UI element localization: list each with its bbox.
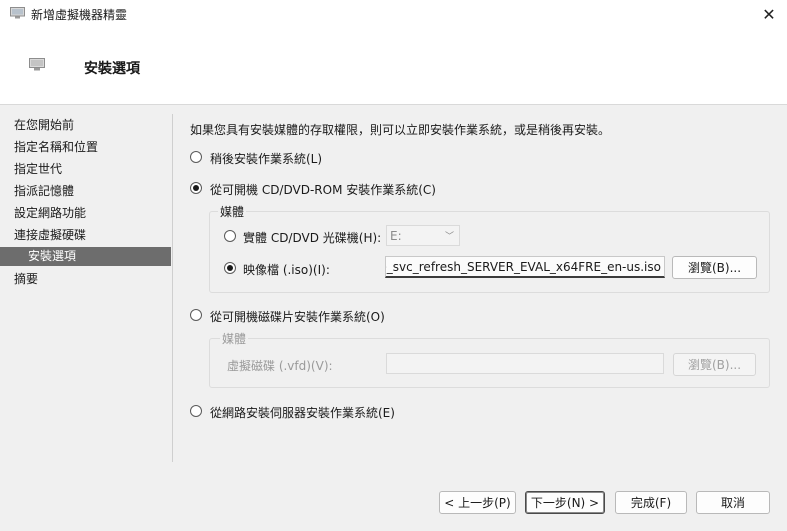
title-bar: 新增虛擬機器精靈 ✕ (0, 0, 787, 28)
radio-install-network[interactable] (190, 405, 202, 417)
physical-drive-value: E: (390, 229, 402, 243)
finish-button[interactable]: 完成(F) (615, 491, 687, 514)
label-install-network[interactable]: 從網路安裝伺服器安裝作業系統(E) (210, 404, 395, 421)
monitor-icon (29, 58, 45, 71)
monitor-icon (10, 7, 25, 19)
label-physical-drive[interactable]: 實體 CD/DVD 光碟機(H): (243, 229, 381, 246)
cd-media-group-label: 媒體 (218, 203, 247, 220)
wizard-nav: 在您開始前 指定名稱和位置 指定世代 指派記憶體 設定網路功能 連接虛擬硬碟 安… (0, 105, 172, 465)
nav-item-virtual-disk[interactable]: 連接虛擬硬碟 (14, 225, 86, 245)
nav-item-networking[interactable]: 設定網路功能 (14, 203, 86, 223)
label-install-later[interactable]: 稍後安裝作業系統(L) (210, 150, 322, 167)
nav-divider (172, 114, 173, 462)
close-button[interactable]: ✕ (756, 2, 782, 26)
previous-button[interactable]: < 上一步(P) (439, 491, 516, 514)
nav-item-generation[interactable]: 指定世代 (14, 159, 62, 179)
next-button[interactable]: 下一步(N) > (525, 491, 605, 514)
intro-text: 如果您具有安裝媒體的存取權限，則可以立即安裝作業系統，或是稍後再安裝。 (190, 123, 611, 137)
cancel-button[interactable]: 取消 (696, 491, 770, 514)
browse-iso-button[interactable]: 瀏覽(B)... (672, 256, 757, 279)
label-install-cd[interactable]: 從可開機 CD/DVD-ROM 安裝作業系統(C) (210, 181, 436, 198)
image-file-value: ease_svc_refresh_SERVER_EVAL_x64FRE_en-u… (385, 260, 661, 274)
radio-install-later[interactable] (190, 151, 202, 163)
radio-install-floppy[interactable] (190, 309, 202, 321)
cd-media-group (209, 211, 770, 293)
wizard-header: 安裝選項 (0, 28, 787, 105)
page-title: 安裝選項 (84, 61, 140, 77)
close-icon: ✕ (762, 4, 776, 24)
nav-item-before-you-begin[interactable]: 在您開始前 (14, 115, 74, 135)
label-virtual-floppy: 虛擬磁碟 (.vfd)(V): (227, 359, 333, 373)
label-install-floppy[interactable]: 從可開機磁碟片安裝作業系統(O) (210, 308, 385, 325)
floppy-media-group-label: 媒體 (220, 330, 249, 347)
virtual-floppy-input[interactable] (386, 353, 664, 374)
label-image-file[interactable]: 映像檔 (.iso)(I): (243, 261, 330, 278)
browse-floppy-button[interactable]: 瀏覽(B)... (673, 353, 756, 376)
window-title: 新增虛擬機器精靈 (31, 8, 128, 22)
radio-install-cd[interactable] (190, 182, 202, 194)
nav-item-name-location[interactable]: 指定名稱和位置 (14, 137, 98, 157)
nav-item-summary[interactable]: 摘要 (14, 269, 38, 289)
physical-drive-select[interactable]: E: ﹀ (386, 225, 460, 246)
image-file-input[interactable]: ease_svc_refresh_SERVER_EVAL_x64FRE_en-u… (385, 256, 665, 278)
nav-item-memory[interactable]: 指派記憶體 (14, 181, 74, 201)
chevron-down-icon: ﹀ (444, 232, 454, 242)
radio-physical-drive[interactable] (224, 230, 236, 242)
nav-item-installation-options[interactable]: 安裝選項 (0, 247, 171, 266)
radio-image-file[interactable] (224, 262, 236, 274)
